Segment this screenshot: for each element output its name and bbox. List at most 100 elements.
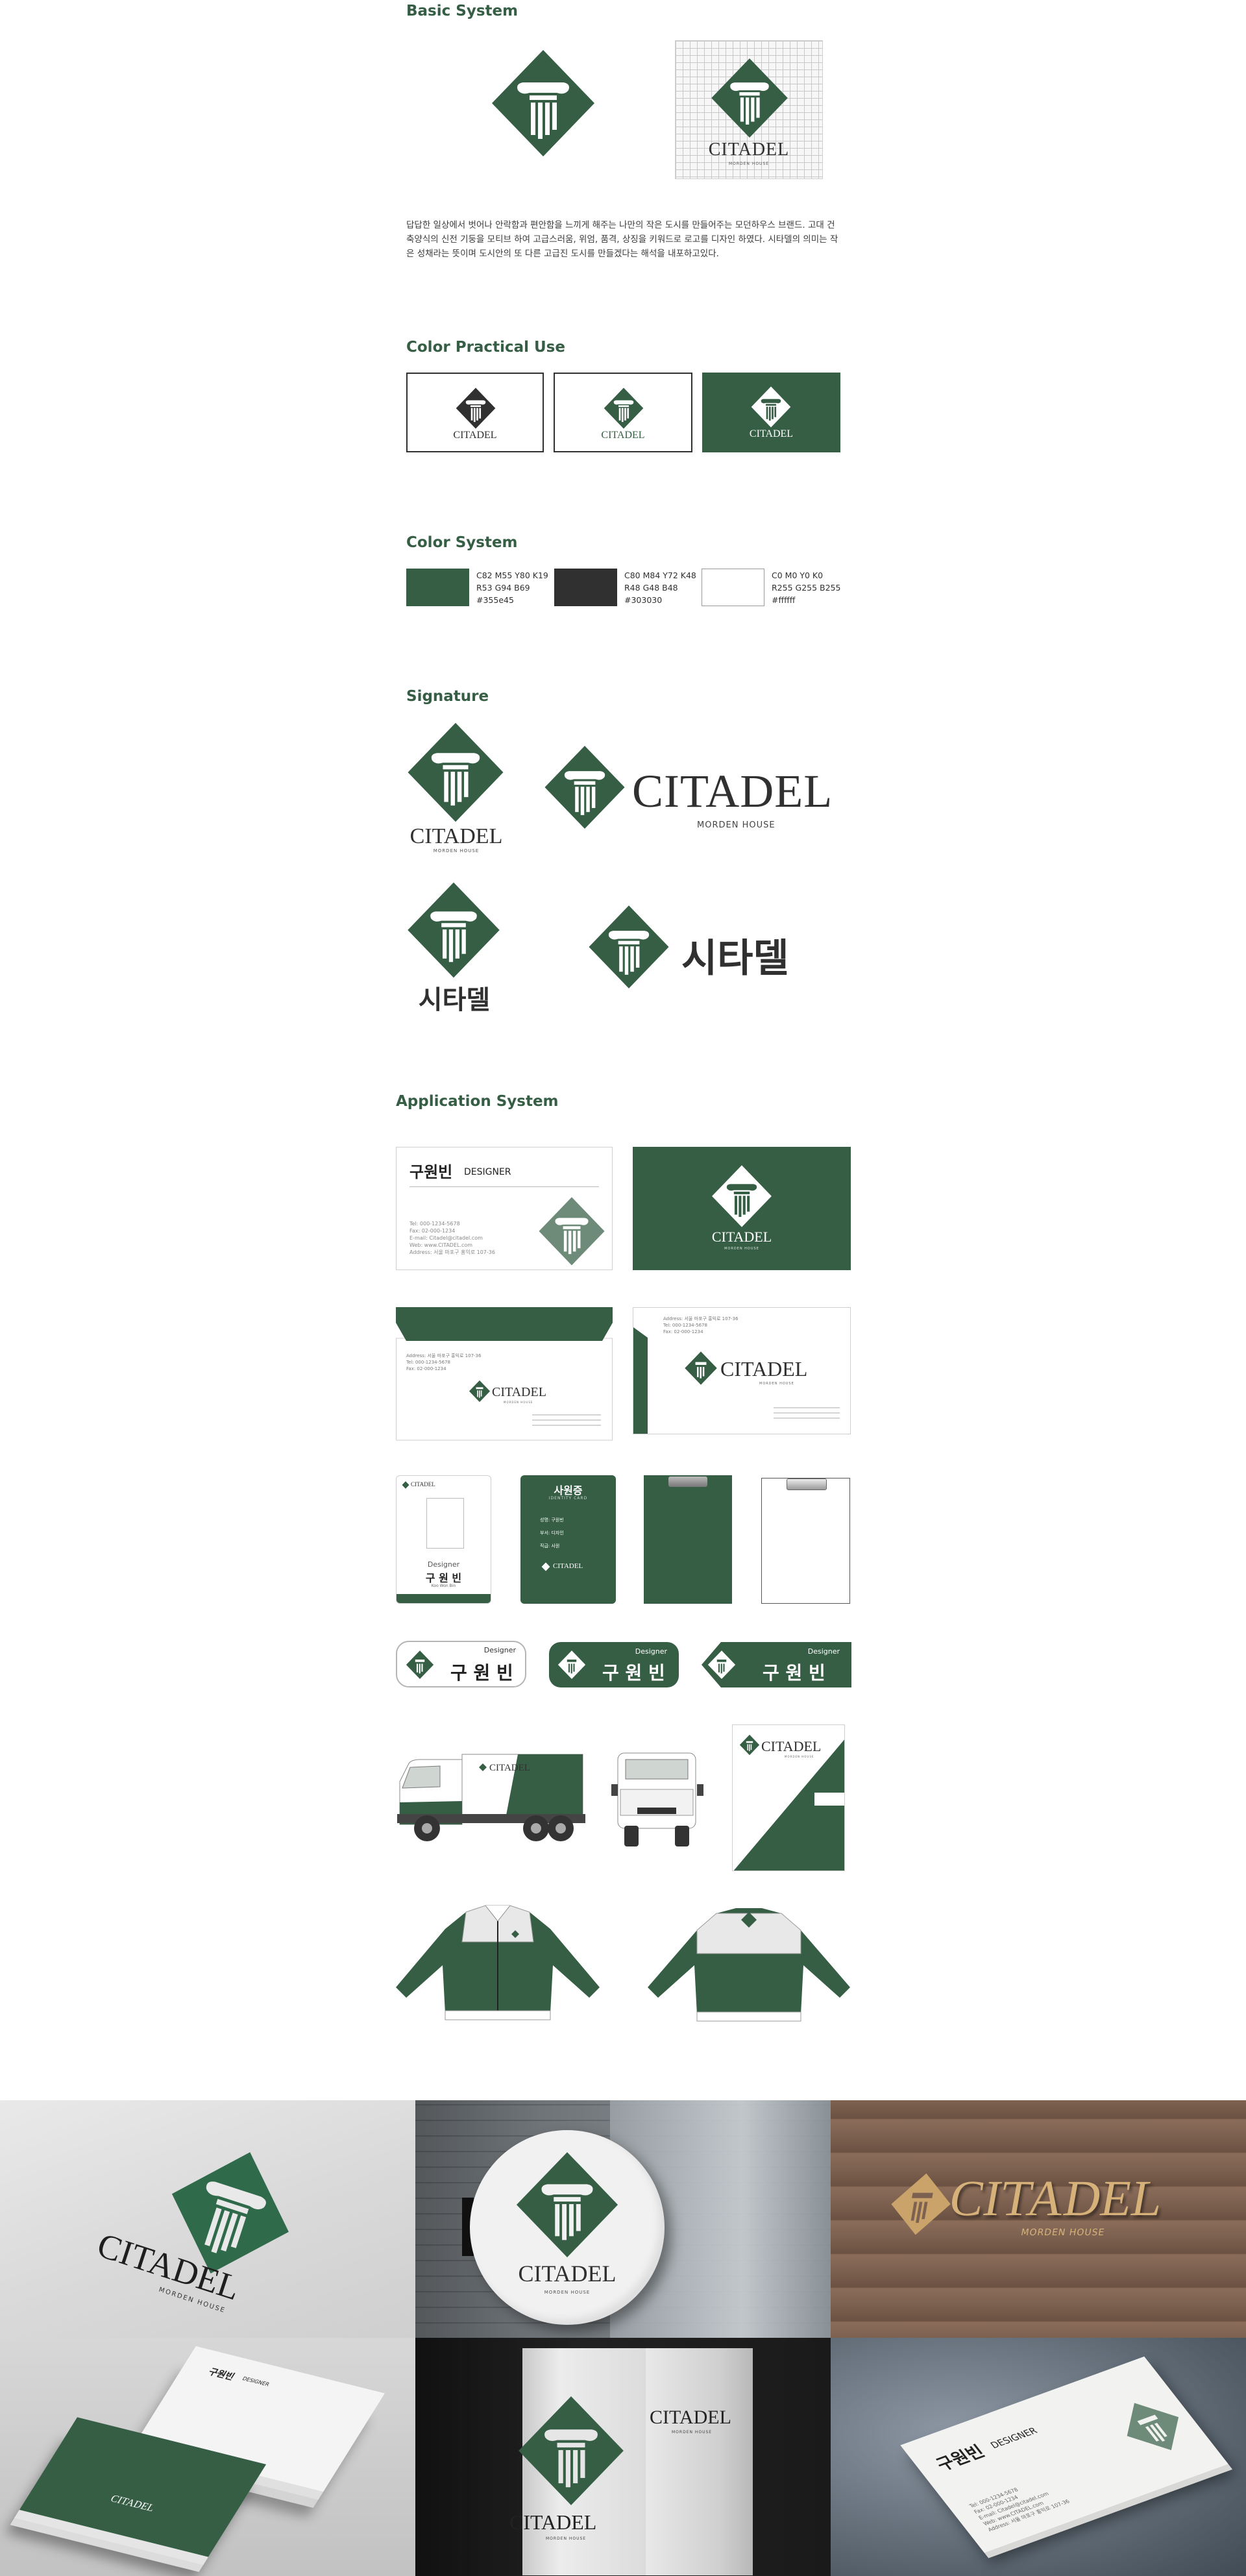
column-logo-icon [492,50,594,156]
signature-vertical-ko-wordmark: 시타델 [418,985,491,1015]
envelope-large: Address: 서울 마포구 홍익로 107-36 Tel: 000-1234… [633,1307,851,1434]
stone-card-role: DESIGNER [988,2425,1040,2451]
section-title-basic: Basic System [406,3,519,19]
practical-card-green-outline: CITADEL [554,373,692,452]
column-logo-icon [516,2152,618,2258]
section-title-color-system: Color System [406,534,518,551]
envelope-address: Address: 서울 마포구 홍익로 107-36 Tel: 000-1234… [663,1316,738,1335]
signature-vertical-en-mark [408,722,504,822]
column-logo-icon [707,1650,736,1679]
swatch-green-values: C82 M55 Y80 K19 R53 G94 B69 #355e45 [476,569,548,606]
mockup-paper-logo: CITADEL MORDEN HOUSE [0,2100,415,2338]
clipboard-green [644,1475,732,1604]
envelope-shape [396,1307,613,1441]
stack-card-role: DESIGNER [241,2375,271,2388]
signature-vertical-wordmark: CITADEL [409,824,503,848]
truck-wordmark: CITADEL [489,1763,530,1773]
mockup-wood-wall: CITADEL MORDEN HOUSE [831,2100,1246,2338]
column-logo-icon [541,1562,550,1571]
sign-wordmark: CITADEL [518,2261,617,2287]
practical-wordmark: CITADEL [601,430,645,441]
delivery-truck-front [611,1752,703,1846]
id-field: 부서: 디자인 [540,1530,564,1536]
swatch-white-values: C0 M0 Y0 K0 R255 G255 B255 #ffffff [772,569,840,606]
letterhead-tagline: MORDEN HOUSE [785,1755,814,1758]
rgb-value: R53 G94 B69 [476,583,530,593]
swatch-dark [554,569,617,606]
jacket-back [648,1908,850,2022]
badge-role: Designer [807,1647,840,1656]
logo-wordmark: CITADEL [708,140,790,160]
column-logo-icon [751,386,791,428]
stone-card-contact: Tel: 000-1234-5678 Fax: 02-000-1234 E-ma… [968,2474,1071,2533]
envelope-address-line: Address: 서울 마포구 홍익로 107-36 [663,1316,739,1321]
column-logo-icon [604,387,644,429]
hex-value: #355e45 [476,595,514,605]
id-bottom-band [397,1594,491,1603]
id-role: Designer [427,1560,460,1569]
id-title: 사원증 [554,1484,583,1497]
book-back-tagline: MORDEN HOUSE [672,2430,713,2435]
jacket-front [396,1905,600,2020]
name-badge-green-notched: Designer 구 원 빈 [702,1642,851,1687]
id-field: 성명: 구원빈 [540,1517,564,1523]
signature-horizontal-ko-mark [589,905,669,988]
envelope-wordmark: CITADEL [720,1357,808,1380]
practical-card-green-fill: CITADEL [702,373,840,452]
cmyk-value: C82 M55 Y80 K19 [476,570,548,580]
column-logo-icon [539,1197,605,1266]
practical-wordmark: CITADEL [749,428,794,439]
id-field: 직급: 사원 [540,1543,560,1549]
signature-horizontal-tagline: MORDEN HOUSE [697,820,776,830]
envelope-address-line: Fax: 02-000-1234 [406,1366,446,1371]
envelope-address-line: Fax: 02-000-1234 [663,1329,703,1334]
stack-card-name: 구원빈 [206,2366,237,2383]
card-contact: Tel: 000-1234-5678 Fax: 02-000-1234 E-ma… [409,1220,495,1256]
badge-name: 구 원 빈 [602,1662,665,1684]
logo-mark [492,50,594,156]
name-badge-white: Designer 구 원 빈 [396,1641,526,1687]
sign-tagline: MORDEN HOUSE [544,2290,591,2295]
book-cover: CITADEL MORDEN HOUSE [509,2348,646,2575]
letterhead: CITADEL MORDEN HOUSE [732,1724,845,1871]
section-title-signature: Signature [406,688,489,705]
id-card-green: 사원증 IDENTITY CARD 성명: 구원빈 부서: 디자인 직급: 사원… [520,1475,616,1604]
cmyk-value: C80 M84 Y72 K48 [624,570,696,580]
clipboard-clip [787,1478,827,1490]
column-logo-icon [711,58,788,138]
badge-role: Designer [483,1646,516,1654]
column-logo-icon [519,2396,624,2505]
book-wordmark: CITADEL [509,2510,597,2534]
round-sign: CITADEL MORDEN HOUSE [470,2130,665,2325]
id-photo-placeholder [426,1498,464,1549]
envelope-wordmark: CITADEL [492,1385,546,1399]
signature-vertical-ko-mark [408,882,500,978]
mockup-card-stone: 구원빈 DESIGNER Tel: 000-1234-5678 Fax: 02-… [831,2338,1246,2576]
column-logo-icon [469,1380,491,1403]
envelope-tagline: MORDEN HOUSE [759,1382,794,1386]
envelope-address: Address: 서울 마포구 홍익로 107-36 Tel: 000-1234… [406,1353,481,1372]
envelope-tagline: MORDEN HOUSE [504,1401,533,1404]
id-name-en: Koo Won Bin [431,1584,456,1588]
id-wordmark: CITADEL [553,1562,583,1570]
practical-wordmark: CITADEL [453,430,497,441]
card-contact-line: E-mail: Citadel@citadel.com [409,1235,483,1241]
signature-horizontal-en-mark [544,746,625,829]
section-title-application: Application System [396,1093,559,1110]
stone-card: 구원빈 DESIGNER Tel: 000-1234-5678 Fax: 02-… [900,2356,1228,2553]
section-title-practical: Color Practical Use [406,339,565,356]
column-logo-icon [456,387,496,429]
column-logo-icon [1127,2403,1179,2451]
card-back-wordmark: CITADEL [711,1229,772,1245]
cmyk-value: C0 M0 Y0 K0 [772,570,824,580]
book-tagline: MORDEN HOUSE [546,2536,587,2541]
column-logo-icon [712,1165,772,1227]
column-logo-icon [557,1650,586,1679]
card-contact-line: Address: 서울 마포구 홍익로 107-36 [409,1249,495,1255]
column-logo-icon [739,1734,760,1756]
id-name: 구 원 빈 [425,1572,462,1584]
business-card-front: 구원빈 DESIGNER Tel: 000-1234-5678 Fax: 02-… [396,1147,613,1270]
envelope-address-line: Tel: 000-1234-5678 [406,1360,450,1365]
business-card-back: CITADEL MORDEN HOUSE [633,1147,851,1270]
wood-tagline: MORDEN HOUSE [1020,2227,1106,2238]
